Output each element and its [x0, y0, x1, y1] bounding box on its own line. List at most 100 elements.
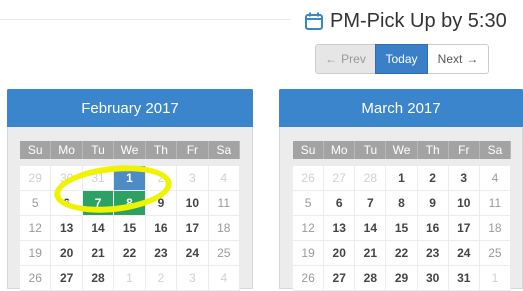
weekday-header: Su [293, 141, 325, 159]
weekday-header: Su [20, 141, 52, 159]
next-button[interactable]: Next → [428, 44, 489, 74]
month-title: March 2017 [279, 89, 523, 127]
day-cell[interactable]: 8 [114, 191, 146, 216]
day-cell[interactable]: 21 [82, 241, 115, 266]
day-cell[interactable]: 14 [355, 216, 387, 241]
day-cell[interactable]: 28 [82, 266, 115, 291]
day-cell[interactable]: 20 [51, 241, 83, 266]
day-cell[interactable]: 10 [448, 191, 480, 216]
day-cell: 28 [355, 166, 387, 191]
day-cell[interactable]: 5 [293, 191, 325, 216]
day-cell: 3 [177, 166, 209, 191]
day-cell[interactable]: 1 [114, 166, 146, 191]
calendar-march: March 2017 Su Mo Tu We Th Fr Sa 26 27 28 1 2 3 4 5 6 7 8 9… [279, 89, 523, 291]
day-cell[interactable]: 11 [479, 191, 511, 216]
day-cell: 31 [82, 166, 115, 191]
weekday-header: Fr [177, 141, 209, 159]
day-cell: 3 [177, 266, 209, 291]
day-cell[interactable]: 1 [386, 166, 418, 191]
day-cell[interactable]: 10 [177, 191, 209, 216]
arrow-right-icon: → [466, 52, 479, 66]
day-cell[interactable]: 27 [51, 266, 83, 291]
weekday-header: Th [145, 141, 178, 159]
day-cell[interactable]: 15 [386, 216, 418, 241]
day-cell[interactable]: 22 [386, 241, 418, 266]
calendar-february: February 2017 Su Mo Tu We Th Fr Sa 29 30 31 1 2 3 4 5 6… [7, 89, 253, 291]
weekday-header: Fr [448, 141, 480, 159]
day-cell[interactable]: 29 [386, 266, 418, 291]
day-cell[interactable]: 31 [448, 266, 480, 291]
weekday-header: We [386, 141, 418, 159]
day-cell[interactable]: 24 [177, 241, 209, 266]
day-cell[interactable]: 17 [177, 216, 209, 241]
day-cell: 26 [293, 166, 325, 191]
weekday-header: Mo [324, 141, 356, 159]
weekday-header: Sa [208, 141, 240, 159]
day-cell: 30 [51, 166, 83, 191]
day-cell[interactable]: 26 [293, 266, 325, 291]
day-cell[interactable]: 7 [355, 191, 387, 216]
day-cell: 2 [145, 166, 178, 191]
day-cell[interactable]: 5 [20, 191, 52, 216]
day-cell[interactable]: 28 [355, 266, 387, 291]
day-cell[interactable]: 12 [20, 216, 52, 241]
calendar-icon [304, 11, 324, 31]
day-cell[interactable]: 2 [417, 166, 449, 191]
prev-button[interactable]: ← Prev [315, 44, 375, 74]
day-cell: 4 [208, 166, 240, 191]
day-cell[interactable]: 17 [448, 216, 480, 241]
month-title: February 2017 [7, 89, 253, 127]
calendar-nav: ← Prev Today Next → [315, 44, 489, 74]
prev-label: Prev [341, 52, 366, 66]
weekday-header: Th [417, 141, 449, 159]
day-cell[interactable]: 25 [479, 241, 511, 266]
day-cell: 1 [479, 266, 511, 291]
weekday-header: Mo [51, 141, 83, 159]
day-cell[interactable]: 7 [82, 191, 115, 216]
day-cell[interactable]: 6 [324, 191, 356, 216]
day-cell[interactable]: 23 [417, 241, 449, 266]
day-cell[interactable]: 24 [448, 241, 480, 266]
day-cell[interactable]: 18 [479, 216, 511, 241]
day-cell[interactable]: 12 [293, 216, 325, 241]
arrow-left-icon: ← [325, 52, 338, 66]
day-cell[interactable]: 13 [51, 216, 83, 241]
day-cell[interactable]: 20 [324, 241, 356, 266]
day-cell[interactable]: 14 [82, 216, 115, 241]
day-cell[interactable]: 25 [208, 241, 240, 266]
day-cell[interactable]: 26 [20, 266, 52, 291]
day-cell[interactable]: 6 [51, 191, 83, 216]
day-cell[interactable]: 19 [20, 241, 52, 266]
day-cell[interactable]: 22 [114, 241, 146, 266]
today-button[interactable]: Today [375, 44, 428, 74]
day-cell[interactable]: 18 [208, 216, 240, 241]
day-cell[interactable]: 23 [145, 241, 178, 266]
day-cell: 29 [20, 166, 52, 191]
day-cell: 4 [208, 266, 240, 291]
weekday-header: Tu [82, 141, 115, 159]
day-cell[interactable]: 8 [386, 191, 418, 216]
day-cell[interactable]: 11 [208, 191, 240, 216]
day-cell[interactable]: 30 [417, 266, 449, 291]
next-label: Next [437, 52, 463, 66]
weekday-header: We [114, 141, 146, 159]
day-cell[interactable]: 9 [417, 191, 449, 216]
day-cell[interactable]: 16 [417, 216, 449, 241]
weekday-header: Tu [355, 141, 387, 159]
month-grid: Su Mo Tu We Th Fr Sa 26 27 28 1 2 3 4 5 6 7 8 9 10 11 12 13 14 1… [293, 141, 511, 291]
day-cell[interactable]: 21 [355, 241, 387, 266]
day-cell[interactable]: 19 [293, 241, 325, 266]
day-cell[interactable]: 13 [324, 216, 356, 241]
day-cell[interactable]: 3 [448, 166, 480, 191]
day-cell: 27 [324, 166, 356, 191]
day-cell[interactable]: 27 [324, 266, 356, 291]
day-cell[interactable]: 16 [145, 216, 178, 241]
day-cell: 2 [145, 266, 178, 291]
month-grid: Su Mo Tu We Th Fr Sa 29 30 31 1 2 3 4 5 6 7 8 9 10 11 12 13 14 1… [20, 141, 240, 291]
event-title: PM-Pick Up by 5:30 [330, 9, 507, 32]
day-cell[interactable]: 15 [114, 216, 146, 241]
day-cell[interactable]: 9 [145, 191, 178, 216]
day-cell[interactable]: 4 [479, 166, 511, 191]
event-header: PM-Pick Up by 5:30 [304, 7, 507, 35]
today-label: Today [385, 52, 418, 66]
